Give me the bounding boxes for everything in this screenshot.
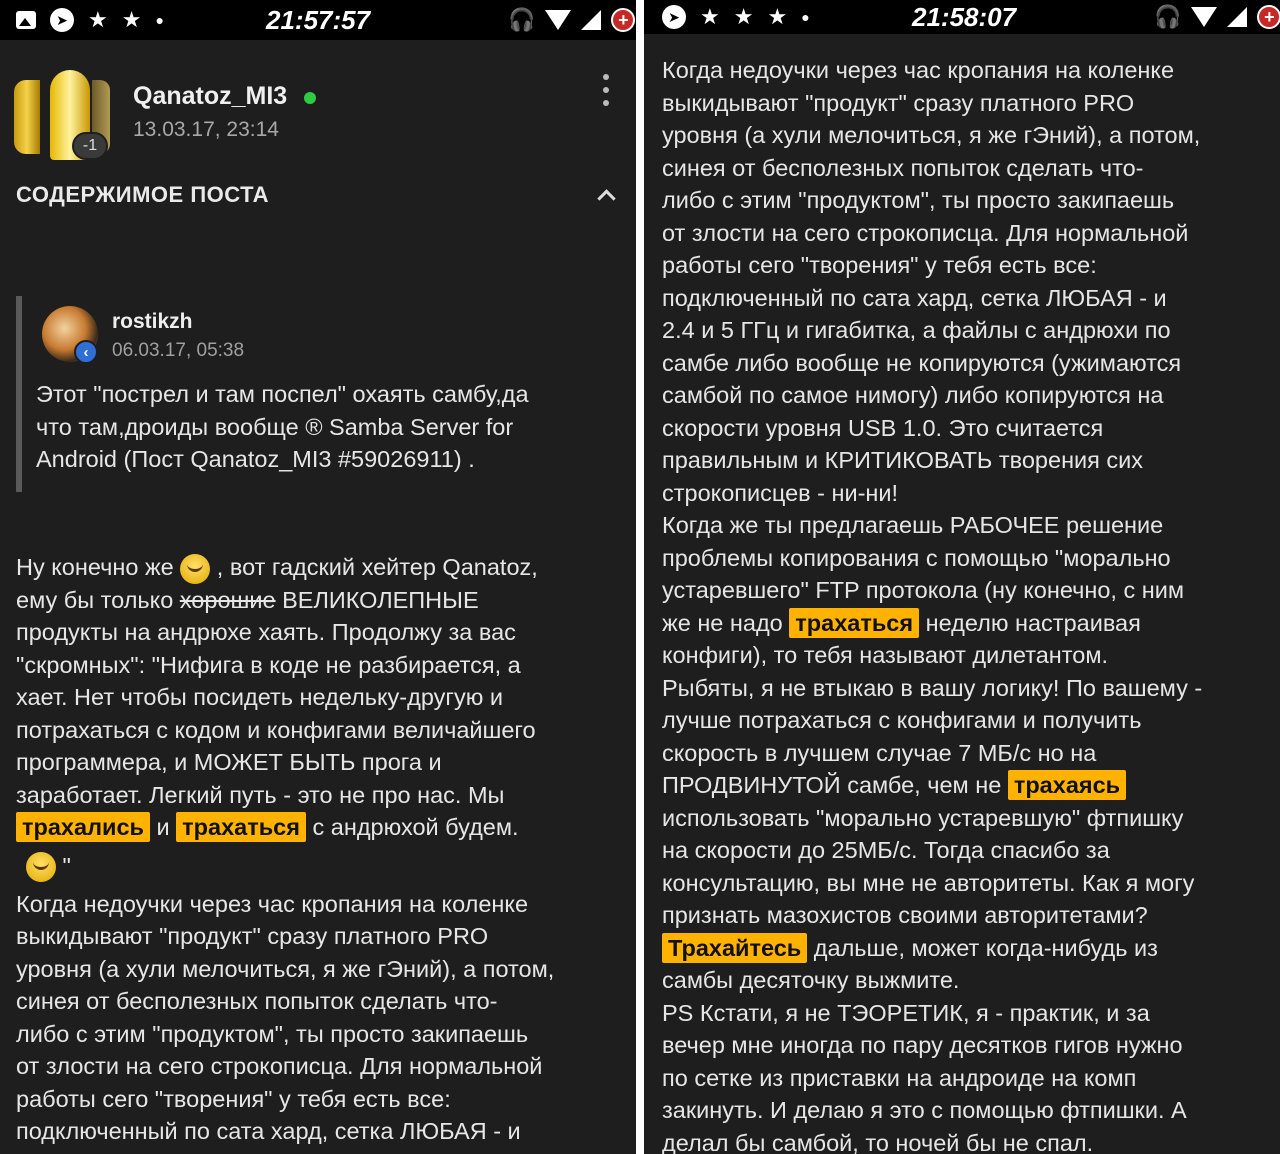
quote-block: ‹ rostikzh 06.03.17, 05:38 Этот "пострел… [16, 296, 616, 492]
highlight: трахаться [176, 812, 306, 842]
star-icon: ★ [121, 7, 142, 32]
right-screenshot: ➤ ★ ★ ★ ● 21:58:07 🎧 + Когда недоучки че… [644, 0, 1280, 1154]
quote-text: Этот "пострел и там поспел" охаять самбу… [36, 381, 529, 472]
wifi-icon [1191, 7, 1218, 27]
star-icon: ★ [700, 4, 720, 29]
star-icon: ★ [767, 4, 788, 29]
gallery-icon [16, 11, 36, 29]
headphones-icon: 🎧 [1154, 4, 1182, 29]
quote-author[interactable]: rostikzh [112, 310, 193, 334]
highlight: трахаться [789, 607, 920, 638]
chevron-up-icon[interactable] [596, 186, 616, 206]
post-author[interactable]: Qanatoz_MI3 [133, 82, 287, 111]
left-screenshot: ➤ ★ ★ ● 21:57:57 🎧 + -1 Qanatoz_MI3 13.0… [0, 0, 636, 1154]
badge-icon: ‹ [74, 340, 98, 364]
highlight: трахаясь [1007, 770, 1127, 800]
signal-icon [581, 10, 602, 30]
star-icon: ★ [88, 7, 108, 32]
clock: 21:57:57 [266, 4, 371, 35]
reputation-badge: -1 [72, 132, 108, 160]
star-icon: ★ [733, 4, 754, 29]
telegram-icon: ➤ [662, 5, 686, 29]
status-bar: ➤ ★ ★ ★ ● 21:58:07 🎧 + [644, 0, 1280, 34]
section-title: СОДЕРЖИМОЕ ПОСТА [16, 182, 270, 207]
highlight: Трахайтесь [662, 932, 808, 963]
vpn-icon: + [1257, 5, 1280, 29]
headphones-icon: 🎧 [508, 7, 536, 32]
online-indicator-icon [304, 92, 316, 104]
highlight: трахались [16, 812, 150, 842]
vpn-icon: + [611, 8, 636, 32]
clock: 21:58:07 [912, 1, 1017, 32]
post-date: 13.03.17, 23:14 [133, 118, 279, 141]
laughing-emoji-icon [180, 553, 211, 584]
post-body: Ну конечно же , вот гадский хейтер Qanat… [16, 553, 555, 1144]
dot-icon: ● [155, 12, 164, 28]
more-options-icon[interactable] [598, 74, 614, 106]
status-bar: ➤ ★ ★ ● 21:57:57 🎧 + [0, 0, 636, 40]
wink-emoji-icon [26, 852, 56, 883]
wifi-icon [545, 10, 572, 30]
post-body: Когда недоучки через час кропания на кол… [662, 57, 1203, 1154]
signal-icon [1227, 7, 1248, 27]
quote-date: 06.03.17, 05:38 [112, 340, 245, 361]
dot-icon: ● [801, 9, 810, 25]
telegram-icon: ➤ [50, 8, 74, 32]
